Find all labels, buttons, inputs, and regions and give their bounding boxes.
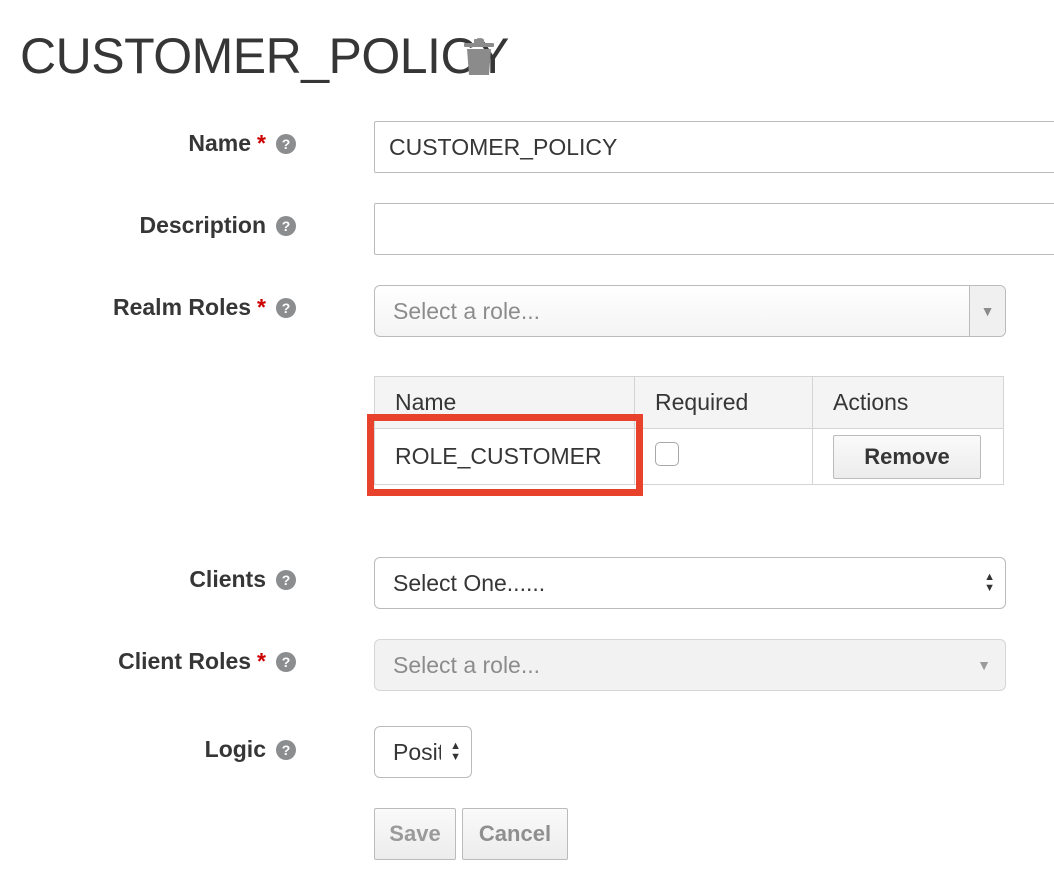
- realm-roles-label: Realm Roles * ?: [113, 294, 296, 321]
- description-input[interactable]: [374, 203, 1054, 255]
- help-icon[interactable]: ?: [276, 297, 296, 318]
- help-icon[interactable]: ?: [276, 133, 296, 154]
- roles-table: Name Required Actions ROLE_CUSTOMER Remo…: [374, 376, 1004, 485]
- clients-selected-value: Select One......: [393, 569, 546, 596]
- help-icon[interactable]: ?: [276, 569, 296, 590]
- required-mark: *: [257, 294, 266, 320]
- policy-page: CUSTOMER_POLICY Name * ? CUSTOMER_POLICY…: [0, 0, 1054, 880]
- client-roles-select[interactable]: Select a role... ▼: [374, 639, 1006, 691]
- help-icon[interactable]: ?: [276, 215, 296, 236]
- chevron-down-icon: ▼: [977, 657, 991, 673]
- logic-select[interactable]: Posit ▲ ▼: [374, 726, 472, 778]
- logic-label: Logic ?: [205, 736, 296, 763]
- clients-select[interactable]: Select One...... ▲ ▼: [374, 557, 1006, 609]
- required-checkbox[interactable]: [655, 441, 679, 466]
- required-mark: *: [257, 648, 266, 674]
- save-button[interactable]: Save: [374, 808, 456, 860]
- cancel-button[interactable]: Cancel: [462, 808, 568, 860]
- client-roles-label-text: Client Roles: [118, 648, 252, 674]
- table-row: ROLE_CUSTOMER Remove: [374, 428, 1004, 485]
- realm-roles-label-text: Realm Roles: [112, 294, 252, 320]
- updown-arrows-icon: ▲ ▼: [450, 740, 461, 763]
- clients-label-text: Clients: [189, 566, 266, 592]
- description-label-text: Description: [139, 212, 266, 238]
- role-name-cell: ROLE_CUSTOMER: [374, 428, 635, 485]
- name-label: Name * ?: [188, 130, 296, 157]
- chevron-down-icon[interactable]: ▼: [969, 286, 1005, 336]
- name-label-text: Name: [188, 130, 252, 156]
- remove-button[interactable]: Remove: [833, 434, 981, 479]
- logic-label-text: Logic: [204, 736, 266, 762]
- required-mark: *: [257, 130, 266, 156]
- logic-selected-value: Posit: [393, 738, 441, 765]
- table-header-row: Name Required Actions: [374, 376, 1004, 429]
- column-header-required: Required: [634, 376, 813, 429]
- page-title: CUSTOMER_POLICY: [20, 28, 509, 84]
- realm-roles-select[interactable]: Select a role... ▼: [374, 285, 1006, 337]
- required-cell: [634, 428, 813, 485]
- actions-cell: Remove: [812, 428, 1004, 485]
- column-header-actions: Actions: [812, 376, 1004, 429]
- column-header-name: Name: [374, 376, 635, 429]
- clients-label: Clients ?: [189, 566, 296, 593]
- description-label: Description ?: [139, 212, 296, 239]
- updown-arrows-icon: ▲ ▼: [984, 571, 995, 594]
- client-roles-placeholder: Select a role...: [393, 651, 541, 678]
- realm-roles-placeholder: Select a role...: [393, 297, 541, 324]
- name-input[interactable]: CUSTOMER_POLICY: [374, 121, 1054, 173]
- help-icon[interactable]: ?: [276, 739, 296, 760]
- trash-icon[interactable]: [462, 38, 496, 76]
- help-icon[interactable]: ?: [276, 651, 296, 672]
- client-roles-label: Client Roles * ?: [118, 648, 296, 675]
